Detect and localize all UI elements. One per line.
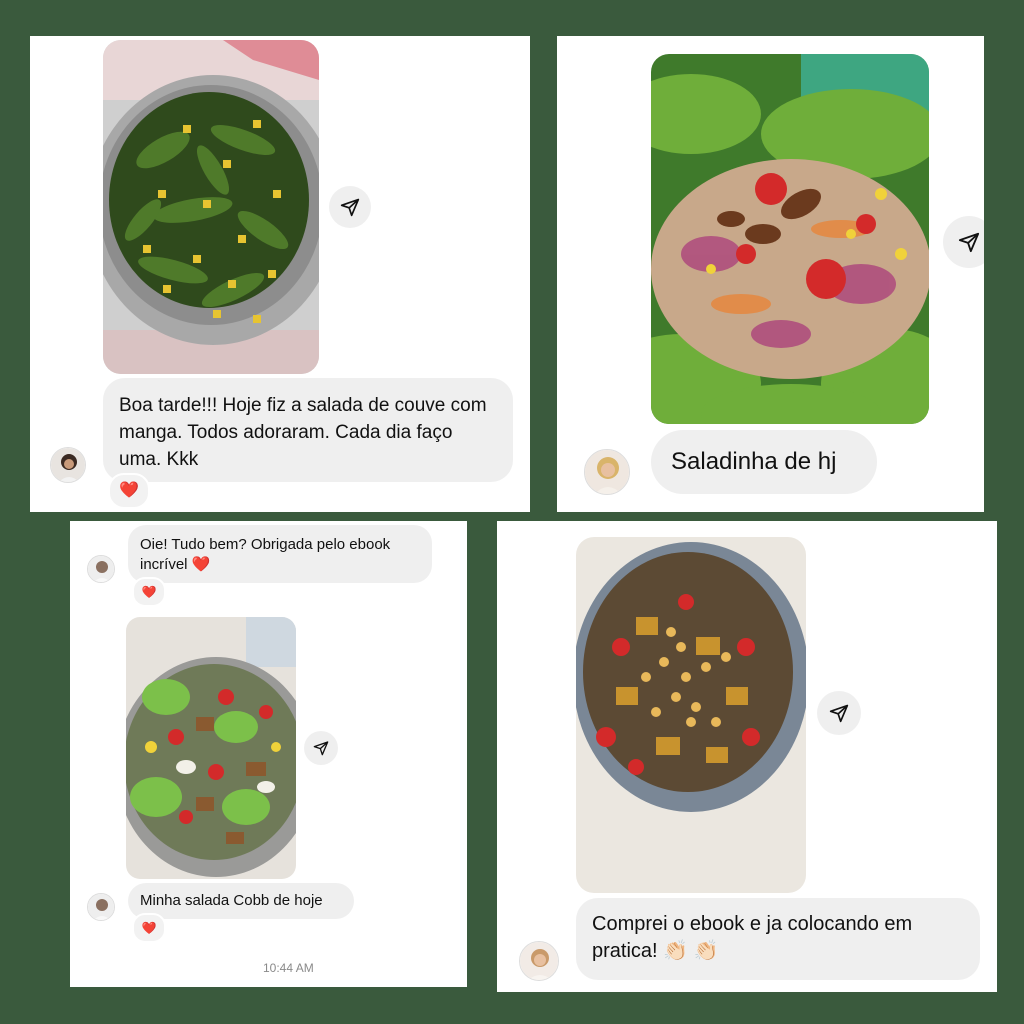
paper-plane-icon (313, 741, 329, 756)
message-text: Comprei o ebook e ja colocando em pratic… (592, 913, 913, 962)
paper-plane-icon (340, 198, 360, 217)
paper-plane-icon (829, 704, 849, 723)
reaction-badge[interactable]: ❤️ (108, 473, 150, 509)
mixed-salad-photo[interactable] (651, 54, 929, 424)
chickpea-pumpkin-bowl-photo[interactable] (576, 537, 806, 893)
red-heart-icon: ❤️ (141, 921, 157, 935)
timestamp: 10:44 AM (263, 961, 314, 975)
message-text: Boa tarde!!! Hoje fiz a salada de couve … (119, 395, 487, 470)
paper-plane-icon (958, 232, 980, 253)
chat-panel-kale-salad: Boa tarde!!! Hoje fiz a salada de couve … (30, 36, 530, 512)
share-button[interactable] (329, 186, 371, 228)
avatar[interactable] (87, 893, 115, 921)
avatar[interactable] (584, 449, 630, 495)
message-bubble: Minha salada Cobb de hoje (128, 883, 354, 919)
chat-panel-chickpea-bowl: Comprei o ebook e ja colocando em pratic… (497, 521, 997, 992)
message-bubble: Boa tarde!!! Hoje fiz a salada de couve … (103, 378, 513, 482)
message-text: Saladinha de hj (671, 448, 837, 475)
message-text: Minha salada Cobb de hoje (140, 892, 323, 909)
share-button[interactable] (304, 731, 338, 765)
message-text: Oie! Tudo bem? Obrigada pelo ebook incrí… (140, 536, 391, 573)
message-bubble: Comprei o ebook e ja colocando em pratic… (576, 898, 980, 980)
avatar[interactable] (50, 447, 86, 483)
reaction-badge[interactable]: ❤️ (132, 913, 166, 943)
share-button[interactable] (943, 216, 984, 268)
kale-mango-salad-photo[interactable] (103, 40, 319, 374)
message-bubble: Oie! Tudo bem? Obrigada pelo ebook incrí… (128, 525, 432, 583)
red-heart-icon: ❤️ (119, 482, 139, 499)
share-button[interactable] (817, 691, 861, 735)
avatar[interactable] (519, 941, 559, 981)
red-heart-icon: ❤️ (141, 585, 157, 599)
cobb-salad-photo[interactable] (126, 617, 296, 879)
chat-panel-cobb-salad: Oie! Tudo bem? Obrigada pelo ebook incrí… (70, 521, 467, 987)
chat-panel-salad-today: Saladinha de hj (557, 36, 984, 512)
message-bubble: Saladinha de hj (651, 430, 877, 494)
avatar[interactable] (87, 555, 115, 583)
reaction-badge[interactable]: ❤️ (132, 577, 166, 607)
